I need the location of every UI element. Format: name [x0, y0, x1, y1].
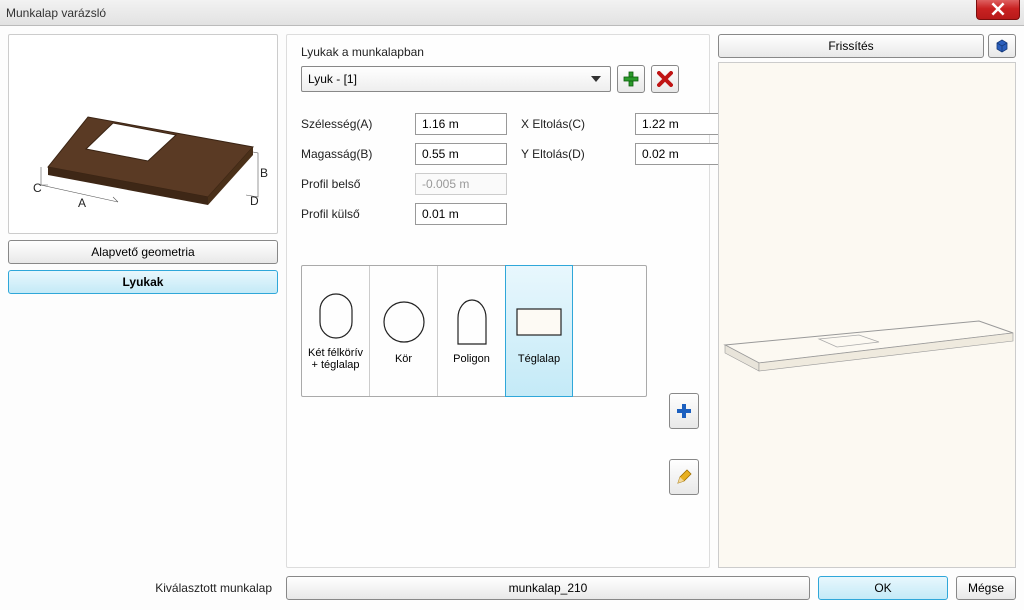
shape-polygon[interactable]: Poligon [438, 266, 506, 396]
cancel-label: Mégse [968, 581, 1004, 595]
right-column: Frissítés [718, 34, 1016, 568]
main-row: C A B D Alapvető geometria Lyukak Lyukak… [8, 34, 1016, 568]
dialog-body: C A B D Alapvető geometria Lyukak Lyukak… [0, 26, 1024, 610]
illustration-box: C A B D [8, 34, 278, 234]
x-delete-icon [657, 71, 673, 87]
yoff-input[interactable] [635, 143, 727, 165]
preview-3d-drawing [719, 63, 1015, 563]
outer-profile-input[interactable] [415, 203, 507, 225]
hole-dropdown-value: Lyuk - [1] [308, 72, 357, 86]
shape-circle-label: Kör [395, 353, 412, 365]
worktop-illustration: C A B D [18, 47, 268, 222]
ok-button[interactable]: OK [818, 576, 948, 600]
add-shape-button[interactable] [669, 393, 699, 429]
selected-worktop-button[interactable]: munkalap_210 [286, 576, 810, 600]
hole-selector-row: Lyuk - [1] [301, 65, 695, 93]
parameters-grid: Szélesség(A) X Eltolás(C) Magasság(B) Y … [301, 113, 695, 225]
shape-side-buttons [669, 393, 699, 495]
nav-basic-geometry[interactable]: Alapvető geometria [8, 240, 278, 264]
nav-holes-label: Lyukak [123, 275, 164, 289]
width-label: Szélesség(A) [301, 117, 401, 131]
add-hole-button[interactable] [617, 65, 645, 93]
edit-shape-button[interactable] [669, 459, 699, 495]
plus-icon [623, 71, 639, 87]
refresh-button[interactable]: Frissítés [718, 34, 984, 58]
bottom-row: Kiválasztott munkalap munkalap_210 OK Mé… [8, 574, 1016, 602]
shape-panel: Két félkörív + téglalap Kör Poligon [301, 265, 647, 397]
close-button[interactable] [976, 0, 1020, 20]
pencil-icon [676, 469, 692, 485]
shape-rectangle[interactable]: Téglalap [505, 265, 573, 397]
shape-stadium[interactable]: Két félkörív + téglalap [302, 266, 370, 396]
holes-section-label: Lyukak a munkalapban [301, 45, 695, 59]
left-column: C A B D Alapvető geometria Lyukak [8, 34, 278, 568]
cube-icon [994, 38, 1010, 54]
selected-worktop-value: munkalap_210 [509, 581, 588, 595]
titlebar: Munkalap varázsló [0, 0, 1024, 26]
nav-basic-label: Alapvető geometria [91, 245, 194, 259]
height-input[interactable] [415, 143, 507, 165]
refresh-label: Frissítés [828, 39, 873, 53]
inner-profile-input [415, 173, 507, 195]
preview-3d[interactable] [718, 62, 1016, 568]
xoff-input[interactable] [635, 113, 727, 135]
shape-circle[interactable]: Kör [370, 266, 438, 396]
right-top-row: Frissítés [718, 34, 1016, 58]
ok-label: OK [874, 581, 891, 595]
width-input[interactable] [415, 113, 507, 135]
polygon-icon [448, 297, 496, 347]
xoff-label: X Eltolás(C) [521, 117, 621, 131]
chevron-down-icon [588, 71, 604, 87]
outer-profile-label: Profil külső [301, 207, 401, 221]
nav-holes[interactable]: Lyukak [8, 270, 278, 294]
stadium-icon [312, 291, 360, 341]
delete-hole-button[interactable] [651, 65, 679, 93]
height-label: Magasság(B) [301, 147, 401, 161]
rectangle-icon [515, 297, 563, 347]
plus-small-icon [677, 404, 691, 418]
view3d-button[interactable] [988, 34, 1016, 58]
center-column: Lyukak a munkalapban Lyuk - [1] [286, 34, 710, 568]
svg-text:B: B [260, 166, 268, 180]
shape-rectangle-label: Téglalap [518, 353, 560, 365]
shape-stadium-label: Két félkörív + téglalap [304, 347, 367, 371]
svg-text:A: A [78, 196, 86, 210]
yoff-label: Y Eltolás(D) [521, 147, 621, 161]
selected-worktop-label: Kiválasztott munkalap [8, 581, 278, 595]
cancel-button[interactable]: Mégse [956, 576, 1016, 600]
window-title: Munkalap varázsló [6, 6, 106, 20]
inner-profile-label: Profil belső [301, 177, 401, 191]
close-icon [991, 2, 1005, 16]
shape-polygon-label: Poligon [453, 353, 490, 365]
svg-text:C: C [33, 181, 42, 195]
hole-dropdown[interactable]: Lyuk - [1] [301, 66, 611, 92]
circle-icon [380, 297, 428, 347]
